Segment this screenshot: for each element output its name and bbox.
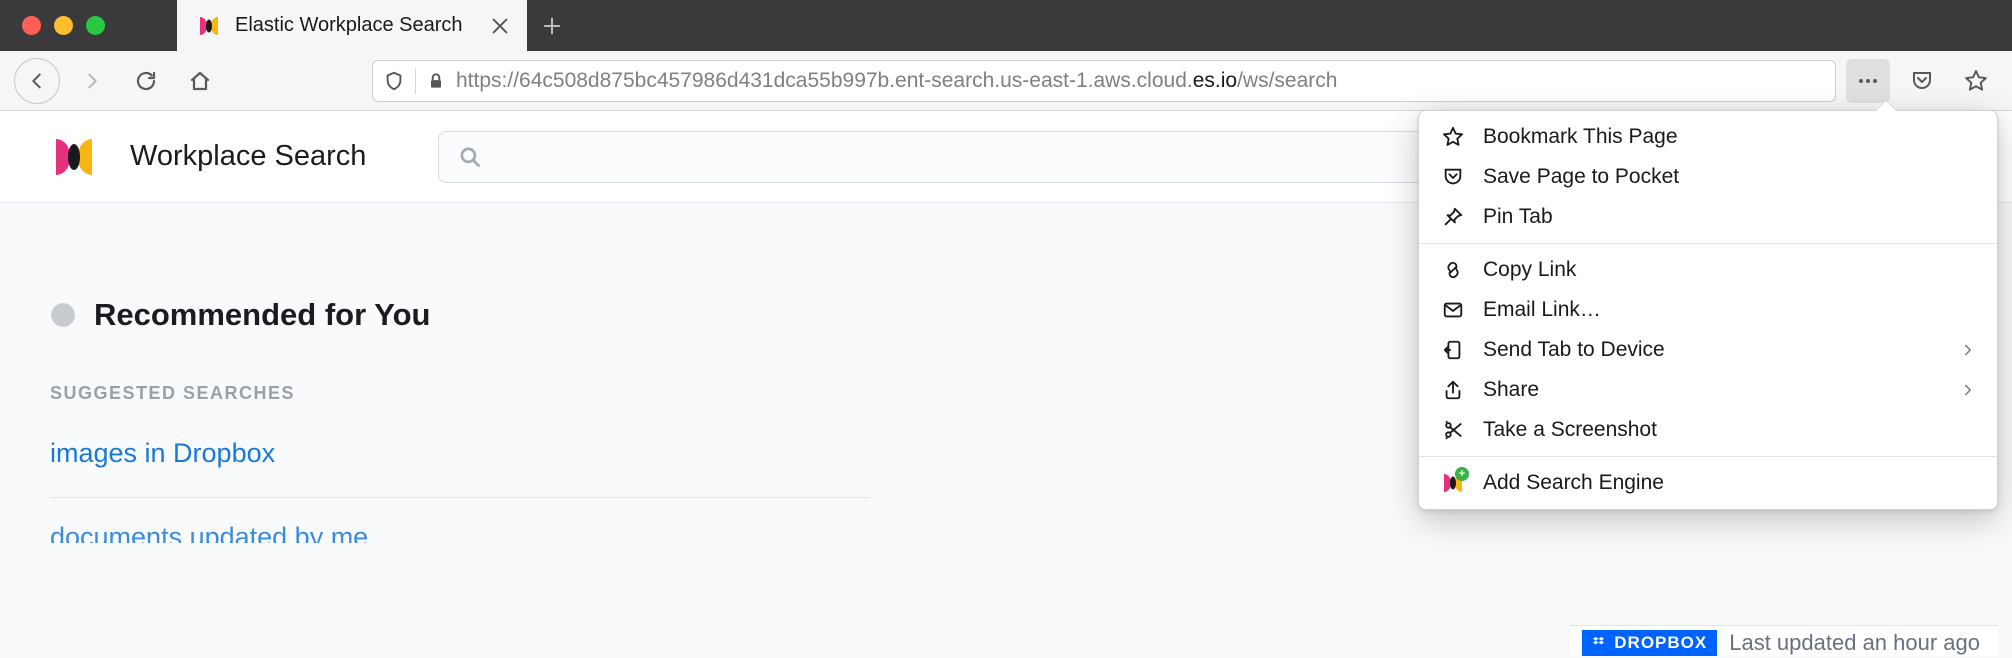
urlbar-separator bbox=[415, 68, 416, 94]
url-text: https://64c508d875bc457986d431dca55b997b… bbox=[456, 69, 1337, 93]
url-prefix: https://64c508d875bc457986d431dca55b997b… bbox=[456, 69, 1193, 92]
reload-button[interactable] bbox=[124, 59, 168, 103]
screenshot-icon bbox=[1441, 418, 1465, 442]
chevron-right-icon bbox=[1959, 381, 1977, 399]
menu-separator bbox=[1419, 243, 1997, 244]
page-action-add-search-engine[interactable]: + Add Search Engine bbox=[1419, 463, 1997, 503]
page-action-take-a-screenshot[interactable]: Take a Screenshot bbox=[1419, 410, 1997, 450]
ws-favicon: + bbox=[1441, 471, 1465, 495]
page-action-email-link[interactable]: Email Link… bbox=[1419, 290, 1997, 330]
dropbox-status-text: Last updated an hour ago bbox=[1729, 630, 1980, 656]
recommended-heading: Recommended for You bbox=[94, 297, 430, 333]
page-actions-menu: Bookmark This Page Save Page to Pocket Pin… bbox=[1418, 110, 1998, 510]
lock-icon[interactable] bbox=[426, 71, 446, 91]
forward-button[interactable] bbox=[70, 59, 114, 103]
tracking-shield-icon[interactable] bbox=[383, 70, 405, 92]
menu-separator bbox=[1419, 456, 1997, 457]
dropbox-badge: DROPBOX bbox=[1582, 630, 1717, 656]
page-action-share[interactable]: Share bbox=[1419, 370, 1997, 410]
bookmark-star-button[interactable] bbox=[1954, 59, 1998, 103]
chevron-right-icon bbox=[1959, 341, 1977, 359]
menu-item-label: Copy Link bbox=[1483, 258, 1576, 282]
pocket-icon bbox=[1441, 165, 1465, 189]
suggestion-divider bbox=[50, 497, 870, 498]
recommended-star-icon bbox=[50, 302, 76, 328]
page-action-copy-link[interactable]: Copy Link bbox=[1419, 250, 1997, 290]
window-close-button[interactable] bbox=[22, 16, 41, 35]
ws-favicon-icon bbox=[197, 14, 221, 38]
page-action-send-tab-to-device[interactable]: Send Tab to Device bbox=[1419, 330, 1997, 370]
search-icon bbox=[457, 144, 483, 170]
tab-close-button[interactable] bbox=[489, 15, 511, 37]
page-action-pin-tab[interactable]: Pin Tab bbox=[1419, 197, 1997, 237]
source-status-pill: DROPBOX Last updated an hour ago bbox=[1570, 625, 1998, 656]
page-action-bookmark-this-page[interactable]: Bookmark This Page bbox=[1419, 117, 1997, 157]
menu-item-label: Bookmark This Page bbox=[1483, 125, 1678, 149]
page-actions-button[interactable] bbox=[1846, 59, 1890, 103]
menu-item-label: Email Link… bbox=[1483, 298, 1601, 322]
window-minimize-button[interactable] bbox=[54, 16, 73, 35]
suggested-search-item[interactable]: documents updated by me bbox=[50, 522, 1962, 543]
window-zoom-button[interactable] bbox=[86, 16, 105, 35]
ws-logo-icon bbox=[50, 133, 98, 181]
link-icon bbox=[1441, 258, 1465, 282]
menu-item-label: Add Search Engine bbox=[1483, 471, 1664, 495]
pin-icon bbox=[1441, 205, 1465, 229]
dropbox-badge-label: DROPBOX bbox=[1614, 633, 1707, 653]
menu-item-label: Save Page to Pocket bbox=[1483, 165, 1679, 189]
tab-strip: Elastic Workplace Search bbox=[0, 0, 2012, 51]
browser-tab[interactable]: Elastic Workplace Search bbox=[177, 0, 527, 51]
browser-toolbar: https://64c508d875bc457986d431dca55b997b… bbox=[0, 51, 2012, 111]
home-button[interactable] bbox=[178, 59, 222, 103]
menu-item-label: Share bbox=[1483, 378, 1539, 402]
url-suffix: /ws/search bbox=[1237, 69, 1337, 92]
send-device-icon bbox=[1441, 338, 1465, 362]
pocket-button[interactable] bbox=[1900, 59, 1944, 103]
url-bar[interactable]: https://64c508d875bc457986d431dca55b997b… bbox=[372, 60, 1836, 102]
menu-item-label: Take a Screenshot bbox=[1483, 418, 1657, 442]
tab-title: Elastic Workplace Search bbox=[235, 14, 475, 37]
page-action-save-page-to-pocket[interactable]: Save Page to Pocket bbox=[1419, 157, 1997, 197]
back-button[interactable] bbox=[14, 58, 60, 104]
new-tab-button[interactable] bbox=[527, 1, 577, 51]
mail-icon bbox=[1441, 298, 1465, 322]
ws-brand-title: Workplace Search bbox=[130, 140, 366, 173]
menu-item-label: Pin Tab bbox=[1483, 205, 1553, 229]
url-host: es.io bbox=[1193, 69, 1237, 92]
share-icon bbox=[1441, 378, 1465, 402]
window-controls bbox=[0, 16, 125, 35]
menu-item-label: Send Tab to Device bbox=[1483, 338, 1665, 362]
star-icon bbox=[1441, 125, 1465, 149]
